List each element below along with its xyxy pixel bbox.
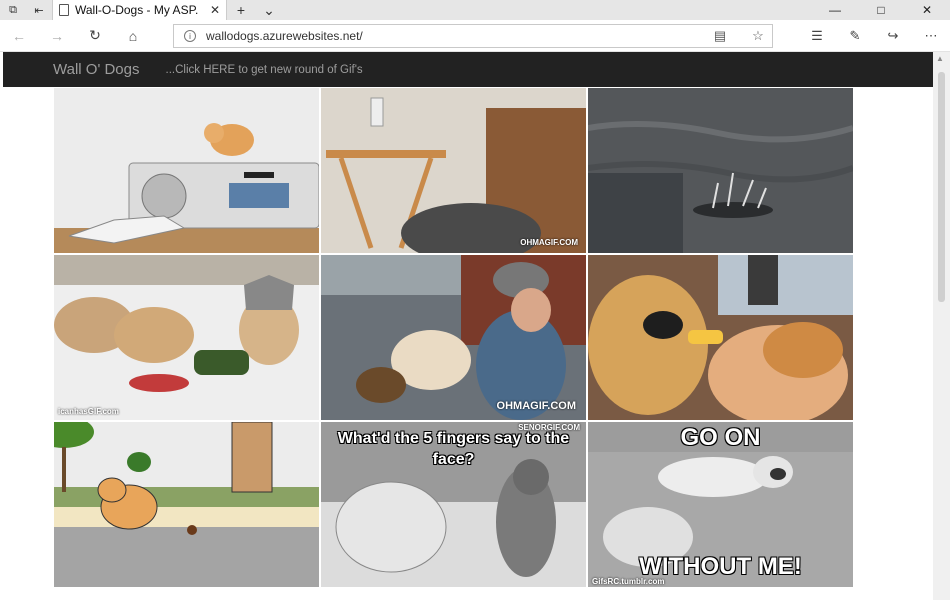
gif-tile-chair-dog[interactable]: OHMAGIF.COM [321,88,586,253]
gif-tile-cartoon-dog[interactable] [54,422,319,587]
share-icon[interactable]: ↪ [874,20,912,52]
set-tabs-aside-icon[interactable]: ⇤ [26,0,52,20]
tile-watermark: OHMAGIF.COM [496,400,576,412]
maximize-button[interactable]: □ [858,0,904,20]
tab-manager-icon[interactable]: ⧉ [0,0,26,20]
new-tab-button[interactable]: + [227,0,255,20]
tile-watermark: icanhasGIF.com [58,407,119,416]
browser-tab[interactable]: Wall-O-Dogs - My ASP. ✕ [52,0,227,20]
browser-toolbar: ← → ↻ ⌂ i wallodogs.azurewebsites.net/ ▤… [0,20,950,52]
refresh-button[interactable]: ↻ [76,20,114,52]
reading-view-icon[interactable]: ▤ [706,25,734,47]
web-note-icon[interactable]: ✎ [836,20,874,52]
toolbar-right: ☰ ✎ ↪ ⋯ [798,20,950,52]
scrollbar-thumb[interactable] [938,72,945,302]
tile-watermark: GifsRC.tumblr.com [592,577,665,586]
site-info-icon[interactable]: i [184,30,196,42]
favorites-hub-icon[interactable]: ☰ [798,20,836,52]
site-brand-link[interactable]: Wall O' Dogs [53,61,140,78]
gif-tile-pug-go-on[interactable]: GO ON WITHOUT ME! GifsRC.tumblr.com [588,422,853,587]
tab-title: Wall-O-Dogs - My ASP. [75,3,199,17]
refresh-gifs-link[interactable]: ...Click HERE to get new round of Gif's [166,64,363,76]
page-scrollbar[interactable]: ▲ [933,52,950,600]
tile-watermark: SENORGIF.COM [518,423,580,432]
favorite-star-icon[interactable]: ☆ [744,25,772,47]
gif-tile-golden-kid[interactable] [588,255,853,420]
close-tab-icon[interactable]: ✕ [210,3,220,17]
page-icon [59,4,69,16]
home-button[interactable]: ⌂ [114,20,152,52]
gif-tile-pugs-couch[interactable]: icanhasGIF.com [54,255,319,420]
gif-tile-water-splash[interactable] [588,88,853,253]
scroll-up-icon[interactable]: ▲ [936,54,944,63]
back-button[interactable]: ← [0,20,38,52]
tile-caption-top: GO ON [680,424,761,451]
close-window-button[interactable]: ✕ [904,0,950,20]
forward-button[interactable]: → [38,20,76,52]
address-bar[interactable]: i wallodogs.azurewebsites.net/ ▤ ☆ [173,24,773,48]
gif-tile-boombox-dog[interactable] [54,88,319,253]
window-controls: — □ ✕ [812,0,950,20]
gif-tile-motorcycle-dog[interactable]: OHMAGIF.COM [321,255,586,420]
more-icon[interactable]: ⋯ [912,20,950,52]
chevron-down-icon[interactable]: ⌄ [255,0,283,20]
site-navbar: Wall O' Dogs ...Click HERE to get new ro… [3,52,933,87]
tile-caption-top: What'd the 5 fingers say to the face? [337,430,570,468]
tile-watermark: OHMAGIF.COM [520,238,578,247]
gif-grid: OHMAGIF.COM icanhasGIF.com OHMAGIF.COM W… [54,88,854,600]
minimize-button[interactable]: — [812,0,858,20]
url-text[interactable]: wallodogs.azurewebsites.net/ [206,29,696,43]
gif-tile-cat-slap[interactable]: What'd the 5 fingers say to the face? SE… [321,422,586,587]
browser-tab-bar: ⧉ ⇤ Wall-O-Dogs - My ASP. ✕ + ⌄ — □ ✕ [0,0,950,20]
